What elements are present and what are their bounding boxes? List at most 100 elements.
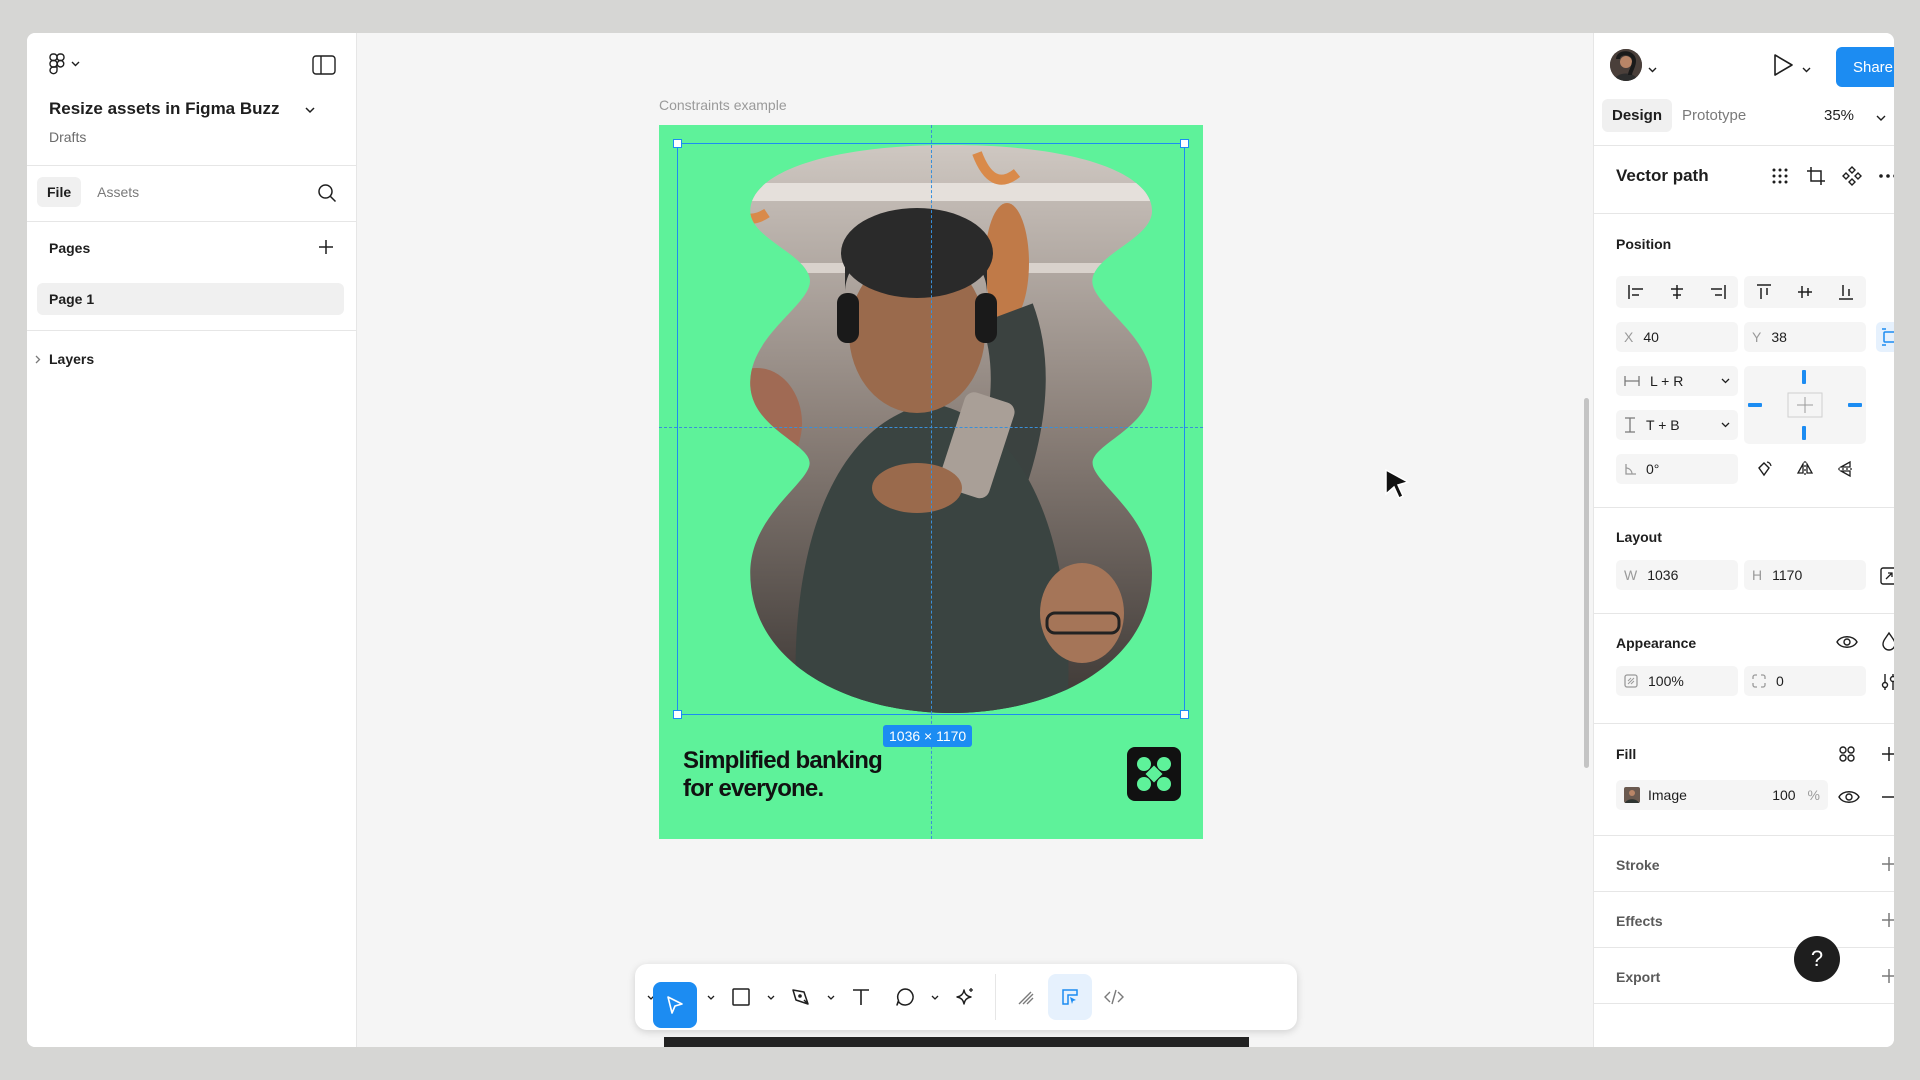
move-tool-button[interactable] xyxy=(653,982,697,1028)
present-play-icon[interactable] xyxy=(1772,53,1794,82)
add-export-icon[interactable] xyxy=(1880,967,1894,985)
divider xyxy=(1594,723,1894,724)
add-stroke-icon[interactable] xyxy=(1880,855,1894,873)
align-left-icon[interactable] xyxy=(1627,284,1645,300)
selection-box[interactable] xyxy=(677,143,1185,715)
dev-mode-button[interactable] xyxy=(1092,974,1136,1020)
width-field[interactable]: W 1036 xyxy=(1616,560,1738,590)
export-heading[interactable]: Export xyxy=(1616,969,1660,985)
chevron-down-icon[interactable] xyxy=(1802,60,1811,78)
design-mode-button[interactable] xyxy=(1048,974,1092,1020)
tab-prototype[interactable]: Prototype xyxy=(1682,107,1746,124)
horizontal-align-group xyxy=(1616,276,1738,308)
more-icon[interactable] xyxy=(1878,166,1894,186)
add-fill-icon[interactable] xyxy=(1880,745,1894,763)
resize-handle[interactable] xyxy=(1180,710,1189,719)
chevron-down-icon[interactable] xyxy=(763,974,779,1020)
chevron-down-icon[interactable] xyxy=(927,974,943,1020)
height-field[interactable]: H 1170 xyxy=(1744,560,1866,590)
rotation-field[interactable]: 0° xyxy=(1616,454,1738,484)
chevron-down-icon[interactable] xyxy=(1648,60,1657,78)
actions-tool-button[interactable] xyxy=(943,974,987,1020)
fill-heading: Fill xyxy=(1616,746,1637,762)
file-title[interactable]: Resize assets in Figma Buzz xyxy=(49,99,280,119)
flip-horizontal-icon[interactable] xyxy=(1796,460,1814,478)
left-panel: Resize assets in Figma Buzz Drafts File … xyxy=(27,33,357,1047)
main-menu-button[interactable] xyxy=(49,53,80,75)
y-position-field[interactable]: Y 38 xyxy=(1744,322,1866,352)
tab-file[interactable]: File xyxy=(37,177,82,207)
styles-icon[interactable] xyxy=(1838,745,1856,763)
next-frame-edge xyxy=(664,1037,1249,1047)
divider xyxy=(27,221,357,222)
toggle-sidebar-icon[interactable] xyxy=(312,55,336,75)
opacity-field[interactable]: 100% xyxy=(1616,666,1738,696)
image-swatch-icon[interactable] xyxy=(1624,787,1640,803)
zoom-level[interactable]: 35% xyxy=(1824,107,1854,124)
x-label: X xyxy=(1624,329,1634,345)
chevron-down-icon[interactable] xyxy=(823,974,839,1020)
share-button[interactable]: Share xyxy=(1836,47,1894,87)
pen-tool-button[interactable] xyxy=(779,974,823,1020)
individual-corners-icon[interactable] xyxy=(1880,673,1894,691)
file-location[interactable]: Drafts xyxy=(49,129,86,145)
eye-icon[interactable] xyxy=(1836,634,1858,650)
x-position-field[interactable]: X 40 xyxy=(1616,322,1738,352)
help-button[interactable]: ? xyxy=(1794,936,1840,982)
w-label: W xyxy=(1624,567,1638,583)
add-effect-icon[interactable] xyxy=(1880,911,1894,929)
align-middle-icon[interactable] xyxy=(1797,283,1813,301)
chevron-right-icon xyxy=(35,355,41,363)
fill-opacity[interactable]: 100 xyxy=(1772,787,1795,803)
tab-design[interactable]: Design xyxy=(1602,99,1673,132)
effects-heading[interactable]: Effects xyxy=(1616,913,1663,929)
grid-icon[interactable] xyxy=(1770,166,1790,186)
search-icon[interactable] xyxy=(317,183,337,208)
comment-tool-button[interactable] xyxy=(883,974,927,1020)
resize-handle[interactable] xyxy=(1180,139,1189,148)
add-page-icon[interactable] xyxy=(317,238,335,261)
align-right-icon[interactable] xyxy=(1709,284,1727,300)
avatar[interactable] xyxy=(1610,49,1642,81)
align-bottom-icon[interactable] xyxy=(1838,283,1854,301)
poster-frame[interactable]: 1036 × 1170 Simplified banking for every… xyxy=(659,125,1203,839)
brand-logo-icon[interactable] xyxy=(1127,747,1181,801)
fill-item[interactable]: Image 100 % xyxy=(1616,780,1828,810)
chevron-down-icon[interactable] xyxy=(305,101,315,119)
chevron-down-icon[interactable] xyxy=(703,974,719,1020)
draw-mode-button[interactable] xyxy=(1004,974,1048,1020)
tab-assets[interactable]: Assets xyxy=(87,177,149,207)
resize-handle[interactable] xyxy=(673,139,682,148)
mouse-cursor-icon xyxy=(1382,468,1414,505)
rotate-icon[interactable] xyxy=(1755,460,1773,478)
horizontal-constraint-value: L + R xyxy=(1650,373,1684,389)
flip-vertical-icon[interactable] xyxy=(1837,460,1855,478)
corner-radius-field[interactable]: 0 xyxy=(1744,666,1866,696)
poster-tagline[interactable]: Simplified banking for everyone. xyxy=(683,747,883,803)
align-center-h-icon[interactable] xyxy=(1668,284,1686,300)
horizontal-constraint-select[interactable]: L + R xyxy=(1616,366,1738,396)
text-icon xyxy=(853,989,869,1005)
constraints-widget[interactable] xyxy=(1744,366,1866,444)
canvas[interactable]: Constraints example 1036 × 1170 Simplifi… xyxy=(357,33,1592,1047)
resize-handle[interactable] xyxy=(673,710,682,719)
toolbar-divider xyxy=(995,974,996,1020)
vertical-constraint-select[interactable]: T + B xyxy=(1616,410,1738,440)
align-top-icon[interactable] xyxy=(1756,283,1772,301)
resize-to-fit-icon[interactable] xyxy=(1880,567,1894,585)
constraints-toggle-icon[interactable] xyxy=(1876,322,1894,352)
chevron-down-icon[interactable] xyxy=(1876,109,1886,127)
stroke-heading[interactable]: Stroke xyxy=(1616,857,1660,873)
layers-heading[interactable]: Layers xyxy=(35,351,94,367)
frame-label[interactable]: Constraints example xyxy=(659,97,787,113)
chevron-down-icon xyxy=(1721,422,1730,428)
eye-icon[interactable] xyxy=(1838,789,1860,805)
text-tool-button[interactable] xyxy=(839,974,883,1020)
component-icon[interactable] xyxy=(1842,166,1862,186)
remove-fill-icon[interactable] xyxy=(1880,788,1894,806)
blend-mode-icon[interactable] xyxy=(1880,631,1894,651)
crop-icon[interactable] xyxy=(1806,166,1826,186)
shape-tool-button[interactable] xyxy=(719,974,763,1020)
vertical-scrollbar[interactable] xyxy=(1584,398,1589,768)
page-item[interactable]: Page 1 xyxy=(37,283,344,315)
